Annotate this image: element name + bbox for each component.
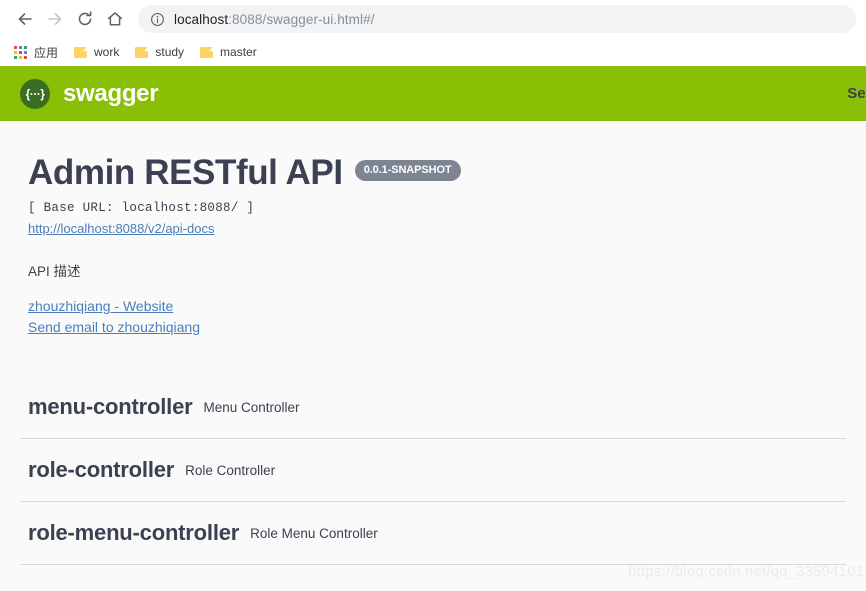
contact-email-link[interactable]: Send email to zhouzhiqiang bbox=[28, 317, 846, 339]
bookmark-apps[interactable]: 应用 bbox=[10, 41, 66, 63]
controller-list: menu-controller Menu Controller role-con… bbox=[0, 376, 866, 566]
api-info-block: Admin RESTful API 0.0.1-SNAPSHOT [ Base … bbox=[0, 121, 866, 339]
apps-grid-icon bbox=[14, 45, 27, 59]
reload-icon bbox=[75, 9, 95, 29]
controller-name: role-menu-controller bbox=[28, 520, 240, 546]
forward-button[interactable] bbox=[40, 4, 70, 34]
address-bar-host: localhost bbox=[174, 11, 229, 27]
browser-toolbar: localhost:8088/swagger-ui.html#/ bbox=[0, 0, 866, 38]
api-docs-link[interactable]: http://localhost:8088/v2/api-docs bbox=[28, 221, 214, 236]
bookmark-label: study bbox=[155, 45, 185, 59]
contact-website-link[interactable]: zhouzhiqiang - Website bbox=[28, 296, 846, 318]
controller-role-menu[interactable]: role-menu-controller Role Menu Controlle… bbox=[0, 502, 866, 564]
bookmark-label: work bbox=[94, 45, 120, 59]
base-url-text: [ Base URL: localhost:8088/ ] bbox=[28, 200, 255, 215]
info-circle-icon[interactable] bbox=[150, 12, 165, 27]
home-button[interactable] bbox=[100, 4, 130, 34]
bookmark-study[interactable]: study bbox=[131, 41, 192, 63]
swagger-page-body: Admin RESTful API 0.0.1-SNAPSHOT [ Base … bbox=[0, 121, 866, 591]
controller-role[interactable]: role-controller Role Controller bbox=[0, 439, 866, 501]
bookmark-work[interactable]: work bbox=[70, 41, 127, 63]
swagger-braces-icon: {···} bbox=[20, 78, 50, 109]
bookmarks-bar: 应用 work study master bbox=[0, 38, 866, 66]
reload-button[interactable] bbox=[70, 4, 100, 34]
swagger-topbar: {···} swagger Select a bbox=[0, 66, 866, 121]
arrow-right-icon bbox=[45, 9, 65, 29]
controller-description: Role Controller bbox=[185, 462, 276, 478]
version-badge: 0.0.1-SNAPSHOT bbox=[354, 160, 461, 181]
back-button[interactable] bbox=[10, 4, 40, 34]
contact-links: zhouzhiqiang - Website Send email to zho… bbox=[28, 296, 846, 339]
api-description: API 描述 bbox=[28, 263, 81, 279]
swagger-wordmark: swagger bbox=[63, 79, 159, 107]
controller-menu[interactable]: menu-controller Menu Controller bbox=[0, 376, 866, 438]
arrow-left-icon bbox=[15, 9, 35, 29]
controller-description: Role Menu Controller bbox=[250, 525, 378, 541]
controller-description: Menu Controller bbox=[203, 399, 300, 415]
bookmark-label: master bbox=[220, 45, 257, 59]
bookmark-master[interactable]: master bbox=[196, 41, 265, 63]
page-title: Admin RESTful API bbox=[28, 153, 343, 192]
address-bar[interactable]: localhost:8088/swagger-ui.html#/ bbox=[138, 5, 856, 33]
bookmark-label: 应用 bbox=[34, 45, 59, 60]
swagger-logo-glyph: {···} bbox=[25, 86, 45, 101]
select-spec-label: Select a bbox=[847, 85, 866, 102]
controller-name: role-controller bbox=[28, 457, 175, 483]
api-title-row: Admin RESTful API 0.0.1-SNAPSHOT bbox=[28, 153, 846, 192]
folder-icon bbox=[135, 46, 149, 58]
folder-icon bbox=[200, 46, 214, 58]
watermark: https://blog.csdn.net/qq_33594101 bbox=[628, 564, 864, 580]
swagger-logo-link[interactable]: {···} swagger bbox=[20, 78, 159, 109]
folder-icon bbox=[74, 46, 88, 58]
address-bar-url: localhost:8088/swagger-ui.html#/ bbox=[174, 12, 375, 27]
home-icon bbox=[105, 9, 125, 29]
address-bar-path: :8088/swagger-ui.html#/ bbox=[228, 11, 375, 27]
controller-name: menu-controller bbox=[28, 394, 193, 420]
browser-chrome: localhost:8088/swagger-ui.html#/ 应用 work… bbox=[0, 0, 866, 66]
